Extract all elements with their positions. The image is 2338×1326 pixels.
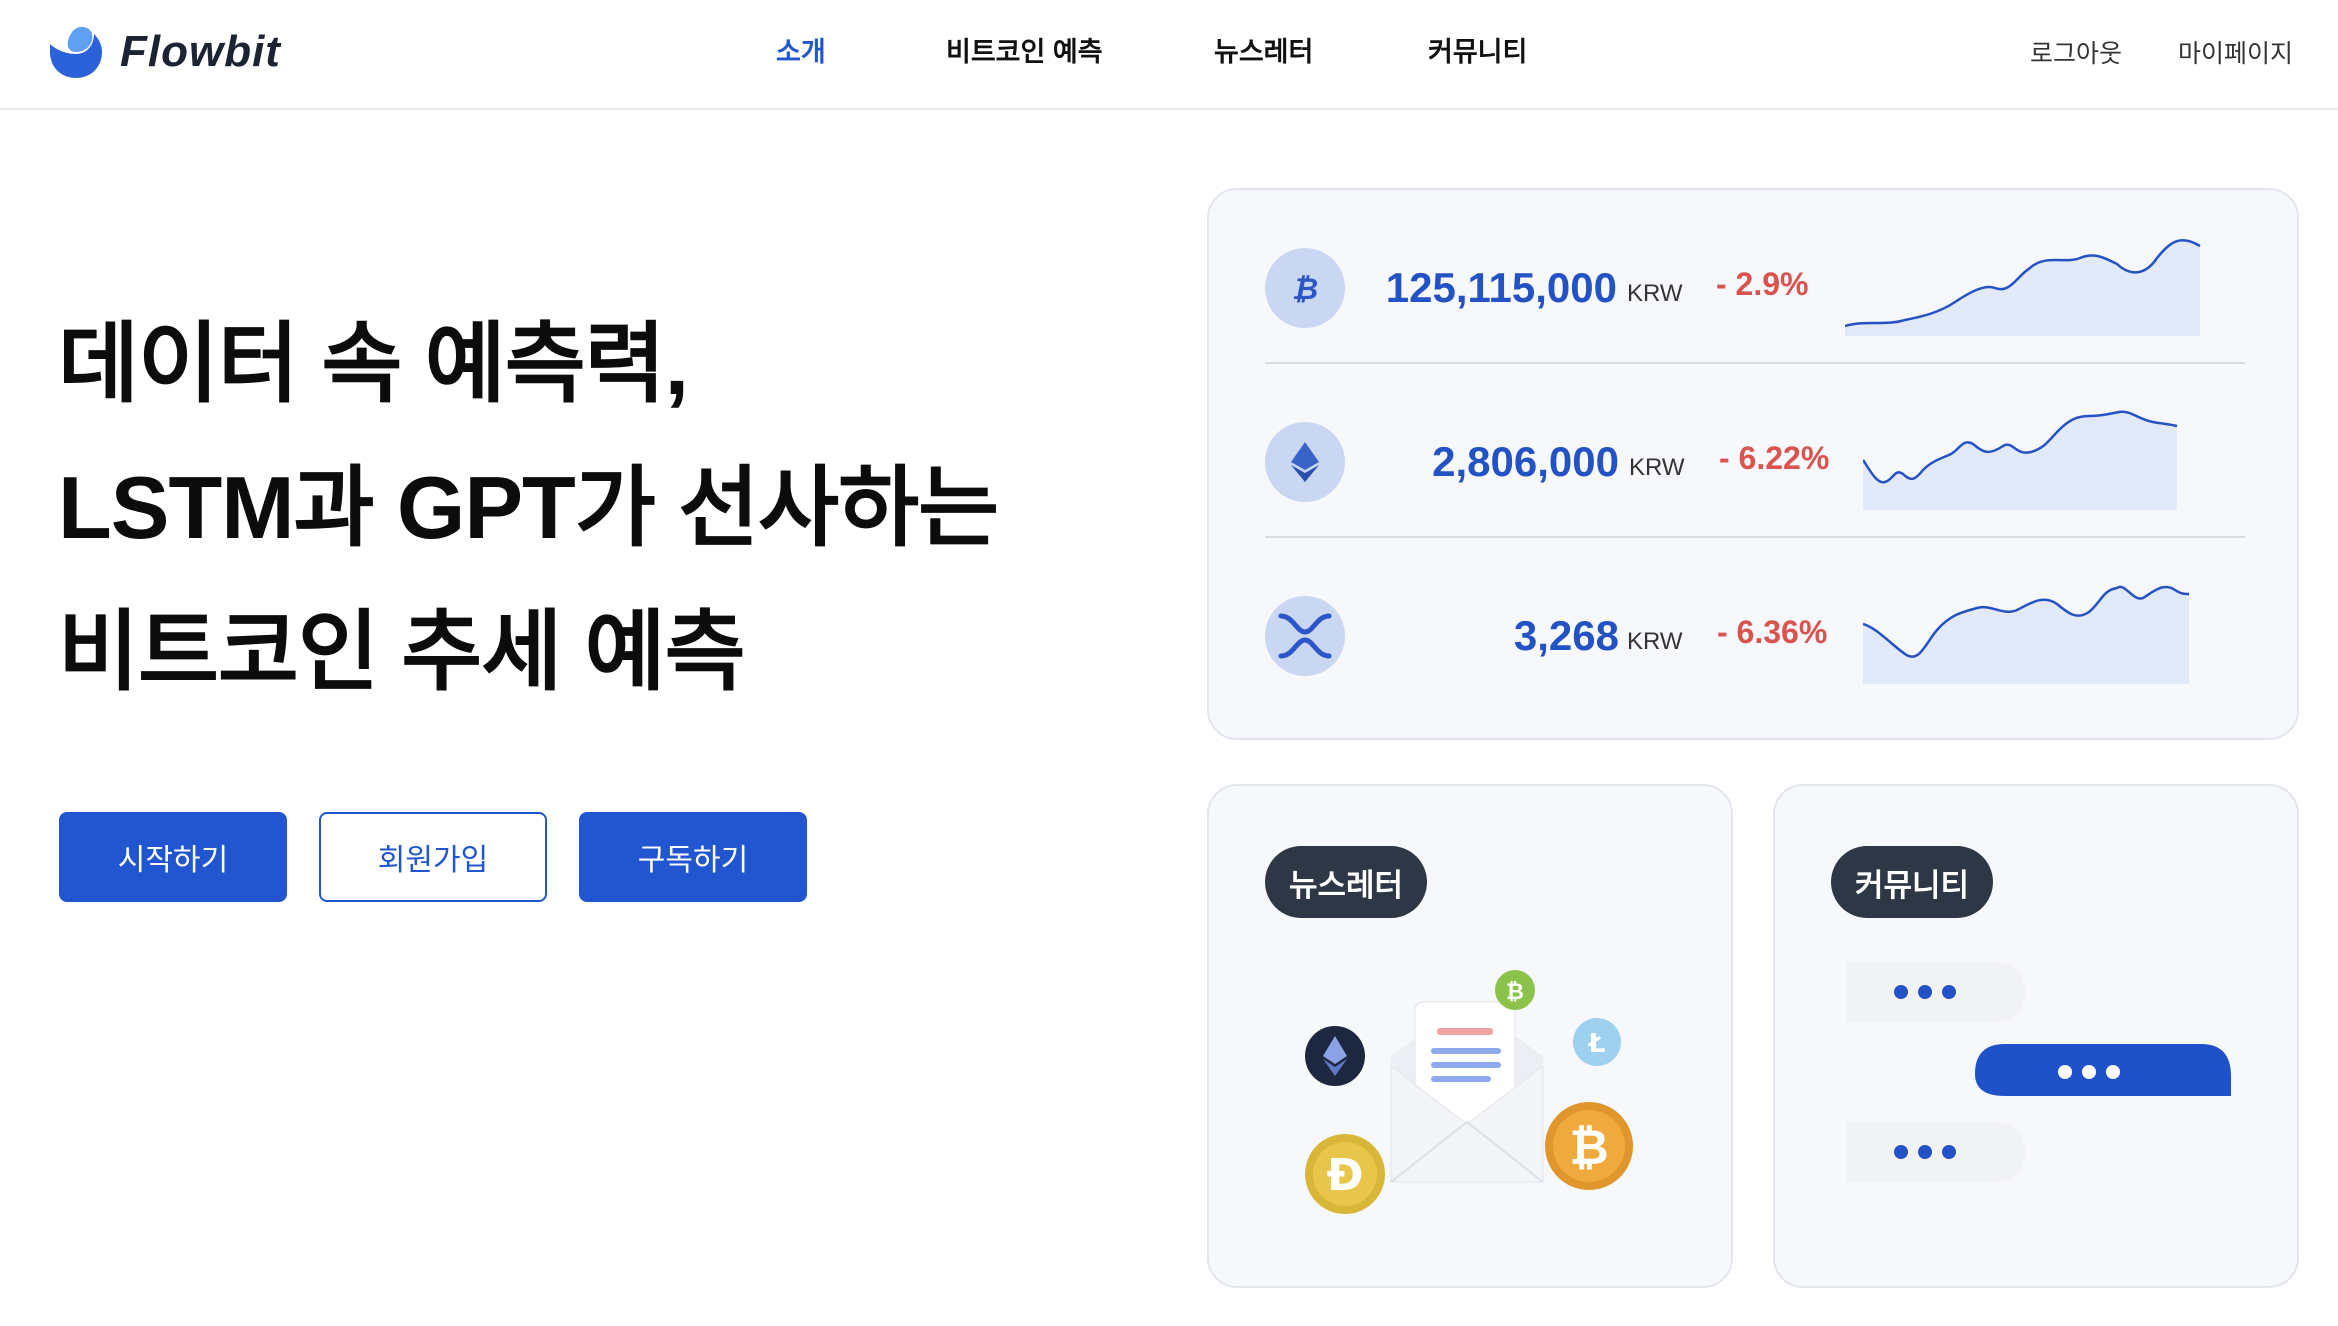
sparkline-chart: [1845, 239, 2201, 336]
hero-title: 데이터 속 예측력, LSTM과 GPT가 선사하는 비트코인 추세 예측: [58, 292, 999, 724]
nav-item-community[interactable]: 커뮤니티: [1428, 30, 1527, 69]
price-unit: KRW: [1629, 454, 1685, 481]
coin-price-card: ₿ 125,115,000 KRW - 2.9% 2,806,000 KRW -…: [1207, 188, 2299, 740]
signup-button[interactable]: 회원가입: [319, 812, 547, 902]
nav-item-bitcoin-prediction[interactable]: 비트코인 예측: [946, 30, 1103, 69]
ripple-icon: [1265, 596, 1345, 676]
top-header: Flowbit 소개 비트코인 예측 뉴스레터 커뮤니티 로그아웃 마이페이지: [0, 0, 2338, 110]
price-value: 125,115,000: [1385, 264, 1617, 311]
price-row-ripple[interactable]: 3,268 KRW - 6.36%: [1265, 538, 2245, 710]
svg-text:Ł: Ł: [1587, 1029, 1606, 1059]
price-row-bitcoin[interactable]: ₿ 125,115,000 KRW - 2.9%: [1265, 190, 2245, 362]
community-label: 커뮤니티: [1831, 846, 1994, 918]
price-unit: KRW: [1627, 628, 1683, 655]
price-unit: KRW: [1627, 280, 1683, 307]
logout-link[interactable]: 로그아웃: [2030, 34, 2122, 70]
sparkline-chart: [1863, 585, 2190, 684]
envelope-with-coins-illustration: ₿ Ł Ð ₿: [1305, 970, 1633, 1214]
bitcoin-icon: ₿: [1265, 248, 1345, 328]
newsletter-label: 뉴스레터: [1265, 846, 1428, 918]
mypage-link[interactable]: 마이페이지: [2178, 34, 2293, 70]
price-change: - 2.9%: [1716, 266, 1809, 302]
hero-title-line: LSTM과 GPT가 선사하는: [58, 458, 999, 557]
main-nav: 소개 비트코인 예측 뉴스레터 커뮤니티: [0, 30, 2338, 70]
hero-title-line: 비트코인 추세 예측: [58, 602, 746, 701]
price-value: 3,268: [1513, 612, 1619, 659]
price-change: - 6.22%: [1719, 440, 1830, 476]
sparkline-chart: [1863, 410, 2178, 510]
community-card[interactable]: 커뮤니티: [1773, 784, 2299, 1288]
svg-text:Ð: Ð: [1327, 1150, 1364, 1201]
chat-bubbles-illustration: [1847, 962, 2231, 1182]
ethereum-icon: [1265, 422, 1345, 502]
price-change: - 6.36%: [1717, 614, 1828, 650]
newsletter-card[interactable]: 뉴스레터 ₿ Ł Ð ₿: [1207, 784, 1733, 1288]
nav-item-intro[interactable]: 소개: [776, 30, 826, 69]
subscribe-button[interactable]: 구독하기: [579, 812, 807, 902]
price-row-ethereum[interactable]: 2,806,000 KRW - 6.22%: [1265, 364, 2245, 536]
price-value: 2,806,000: [1432, 438, 1619, 485]
hero-title-line: 데이터 속 예측력,: [58, 314, 689, 413]
svg-text:₿: ₿: [1506, 980, 1524, 1005]
svg-text:₿: ₿: [1292, 272, 1318, 305]
nav-item-newsletter[interactable]: 뉴스레터: [1214, 30, 1313, 69]
start-button[interactable]: 시작하기: [59, 812, 287, 902]
svg-text:₿: ₿: [1569, 1120, 1608, 1176]
